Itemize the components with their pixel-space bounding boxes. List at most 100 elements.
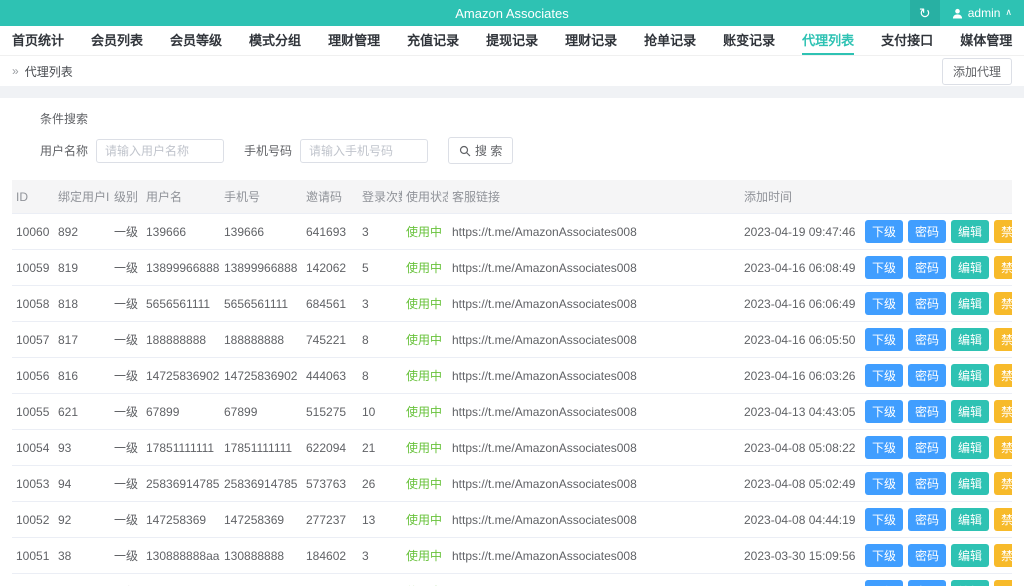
cell-login_count: 10: [358, 393, 402, 430]
cell-username: 0006: [142, 573, 220, 586]
edit-button[interactable]: 编辑: [951, 544, 990, 567]
agents-table: ID绑定用户ID级别用户名手机号邀请码登录次数使用状态客服链接添加时间 1006…: [12, 180, 1012, 586]
cell-invite_code: 641693: [302, 213, 358, 250]
nav-item-5[interactable]: 理财管理: [328, 26, 380, 55]
nav-item-11[interactable]: 代理列表: [802, 26, 855, 55]
search-button[interactable]: 搜 索: [448, 137, 514, 164]
edit-button[interactable]: 编辑: [951, 580, 990, 586]
nav-item-1[interactable]: 首页统计: [12, 26, 64, 55]
disable-button[interactable]: 禁用: [994, 400, 1012, 423]
disable-button[interactable]: 禁用: [994, 544, 1012, 567]
disable-button[interactable]: 禁用: [994, 328, 1012, 351]
sublevel-button[interactable]: 下级: [865, 544, 904, 567]
nav-item-2[interactable]: 会员列表: [91, 26, 143, 55]
disable-button[interactable]: 禁用: [994, 472, 1012, 495]
nav-item-8[interactable]: 理财记录: [565, 26, 617, 55]
sublevel-button[interactable]: 下级: [865, 472, 904, 495]
add-agent-button[interactable]: 添加代理: [941, 57, 1012, 85]
nav-item-13[interactable]: 媒体管理: [960, 26, 1012, 55]
password-button[interactable]: 密码: [908, 220, 947, 243]
disable-button[interactable]: 禁用: [994, 364, 1012, 387]
disable-button[interactable]: 禁用: [994, 256, 1012, 279]
disable-button[interactable]: 禁用: [994, 220, 1012, 243]
edit-button[interactable]: 编辑: [951, 436, 990, 459]
cell-level: 一级: [110, 393, 142, 430]
sublevel-button[interactable]: 下级: [865, 292, 904, 315]
sublevel-button[interactable]: 下级: [865, 400, 904, 423]
cell-id: 10050: [12, 573, 54, 586]
edit-button[interactable]: 编辑: [951, 364, 990, 387]
cell-username: 67899: [142, 393, 220, 430]
cell-bind_id: 621: [54, 393, 110, 430]
disable-button[interactable]: 禁用: [994, 508, 1012, 531]
search-section-title: 条件搜索: [40, 112, 89, 126]
password-button[interactable]: 密码: [908, 544, 947, 567]
password-button[interactable]: 密码: [908, 436, 947, 459]
cell-created_at: 2023-04-19 09:47:46: [740, 213, 856, 250]
edit-button[interactable]: 编辑: [951, 400, 990, 423]
nav-item-3[interactable]: 会员等级: [170, 26, 222, 55]
column-header: 用户名: [142, 180, 220, 214]
password-button[interactable]: 密码: [908, 328, 947, 351]
sublevel-button[interactable]: 下级: [865, 580, 904, 586]
nav-item-6[interactable]: 充值记录: [407, 26, 459, 55]
edit-button[interactable]: 编辑: [951, 256, 990, 279]
user-menu[interactable]: admin ∧: [940, 0, 1024, 26]
password-button[interactable]: 密码: [908, 400, 947, 423]
table-row: 10054 93 一级 17851111111 17851111111 622094 21 使…: [12, 429, 1012, 466]
cell-bind_id: 38: [54, 537, 110, 574]
nav-item-7[interactable]: 提现记录: [486, 26, 538, 55]
cell-bind_id: 819: [54, 249, 110, 286]
cell-phone: 25836914785: [220, 465, 302, 502]
edit-button[interactable]: 编辑: [951, 508, 990, 531]
cell-actions: 下级密码编辑禁用: [856, 285, 1012, 322]
disable-button[interactable]: 禁用: [994, 436, 1012, 459]
column-header: ID: [12, 180, 54, 214]
nav-item-9[interactable]: 抢单记录: [644, 26, 696, 55]
cell-service_link: https://t.me/AmazonAssociates008: [448, 465, 740, 502]
username-input[interactable]: [96, 138, 225, 163]
password-button[interactable]: 密码: [908, 364, 947, 387]
password-button[interactable]: 密码: [908, 472, 947, 495]
sublevel-button[interactable]: 下级: [865, 364, 904, 387]
refresh-icon[interactable]: ↻: [909, 0, 940, 26]
cell-actions: 下级密码编辑禁用: [856, 249, 1012, 286]
edit-button[interactable]: 编辑: [951, 328, 990, 351]
cell-username: 14725836902: [142, 357, 220, 394]
password-button[interactable]: 密码: [908, 508, 947, 531]
disable-button[interactable]: 禁用: [994, 292, 1012, 315]
cell-login_count: 5: [358, 249, 402, 286]
password-button[interactable]: 密码: [908, 580, 947, 586]
cell-status: 使用中: [402, 249, 448, 286]
nav-menu: 首页统计 会员列表 会员等级 模式分组 理财管理 充值记录 提现记录 理财记录 抢单记录 账变记录…: [0, 26, 1024, 56]
edit-button[interactable]: 编辑: [951, 472, 990, 495]
sublevel-button[interactable]: 下级: [865, 220, 904, 243]
cell-level: 一级: [110, 465, 142, 502]
cell-bind_id: 93: [54, 429, 110, 466]
sublevel-button[interactable]: 下级: [865, 328, 904, 351]
nav-item-12[interactable]: 支付接口: [881, 26, 933, 55]
password-button[interactable]: 密码: [908, 292, 947, 315]
cell-service_link: 0006: [448, 573, 740, 586]
sublevel-button[interactable]: 下级: [865, 256, 904, 279]
sublevel-button[interactable]: 下级: [865, 508, 904, 531]
password-button[interactable]: 密码: [908, 256, 947, 279]
username-label: 用户名称: [40, 144, 89, 158]
edit-button[interactable]: 编辑: [951, 292, 990, 315]
cell-invite_code: 732469: [302, 573, 358, 586]
cell-phone: 139666: [220, 213, 302, 250]
cell-level: 一级: [110, 501, 142, 538]
sublevel-button[interactable]: 下级: [865, 436, 904, 459]
edit-button[interactable]: 编辑: [951, 220, 990, 243]
phone-input[interactable]: [300, 138, 429, 163]
cell-level: 一级: [110, 537, 142, 574]
cell-bind_id: 818: [54, 285, 110, 322]
disable-button[interactable]: 禁用: [994, 580, 1012, 586]
cell-status: 使用中: [402, 537, 448, 574]
cell-phone: [220, 573, 302, 586]
cell-invite_code: 184602: [302, 537, 358, 574]
nav-item-10[interactable]: 账变记录: [723, 26, 775, 55]
nav-item-4[interactable]: 模式分组: [249, 26, 301, 55]
cell-level: 一级: [110, 357, 142, 394]
column-header: 级别: [110, 180, 142, 214]
